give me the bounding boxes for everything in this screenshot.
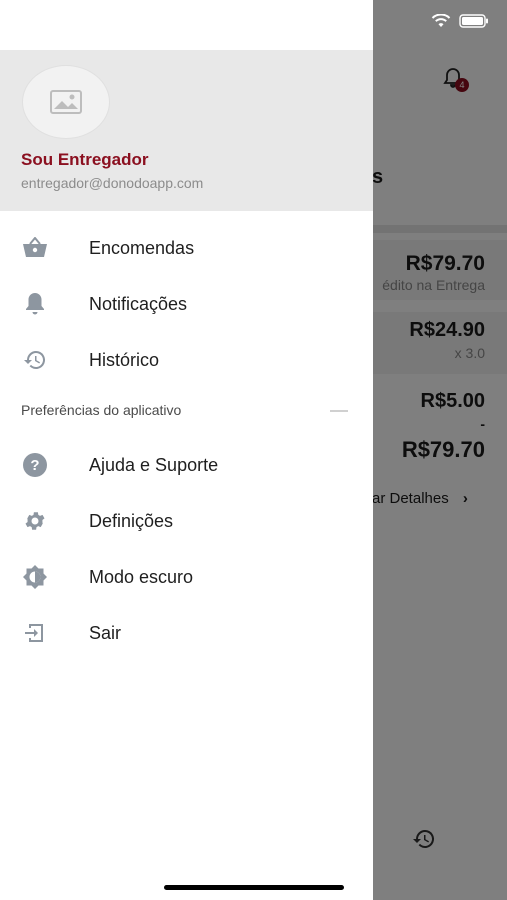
- user-email: entregador@donodoapp.com: [21, 175, 204, 191]
- svg-text:?: ?: [30, 457, 39, 474]
- menu-item-help[interactable]: ? Ajuda e Suporte: [0, 440, 373, 490]
- user-name: Sou Entregador: [21, 150, 149, 169]
- menu-label: Definições: [89, 510, 174, 531]
- battery-icon: [459, 14, 488, 28]
- menu-label: Histórico: [89, 349, 160, 370]
- menu-item-orders[interactable]: Encomendas: [0, 223, 373, 273]
- section-title-preferences: Preferências do aplicativo: [21, 402, 182, 418]
- menu-label: Encomendas: [89, 237, 195, 258]
- section-collapse-handle[interactable]: [330, 410, 348, 412]
- history-icon: [22, 347, 48, 373]
- image-placeholder-icon: [50, 90, 82, 114]
- help-icon: ?: [22, 452, 48, 478]
- home-indicator[interactable]: [164, 885, 344, 890]
- bell-icon: [22, 291, 48, 317]
- menu-label: Ajuda e Suporte: [89, 454, 219, 475]
- menu-item-settings[interactable]: Definições: [0, 496, 373, 546]
- status-time: 9:41: [40, 14, 73, 31]
- menu-item-history[interactable]: Histórico: [0, 335, 373, 385]
- navigation-drawer: Sou Entregador entregador@donodoapp.com …: [0, 0, 373, 900]
- dark-mode-icon: [22, 564, 48, 590]
- menu-item-logout[interactable]: Sair: [0, 608, 373, 658]
- basket-icon: [22, 235, 48, 261]
- logout-icon: [22, 620, 48, 646]
- menu-label: Notificações: [89, 293, 188, 314]
- menu-label: Sair: [89, 622, 122, 643]
- wifi-icon: [431, 14, 451, 27]
- avatar[interactable]: [22, 65, 110, 139]
- menu-label: Modo escuro: [89, 566, 194, 587]
- status-bar: 9:41: [0, 0, 507, 48]
- menu-item-dark-mode[interactable]: Modo escuro: [0, 552, 373, 602]
- status-icons: [431, 14, 489, 28]
- menu-item-notifications[interactable]: Notificações: [0, 279, 373, 329]
- gear-icon: [22, 508, 48, 534]
